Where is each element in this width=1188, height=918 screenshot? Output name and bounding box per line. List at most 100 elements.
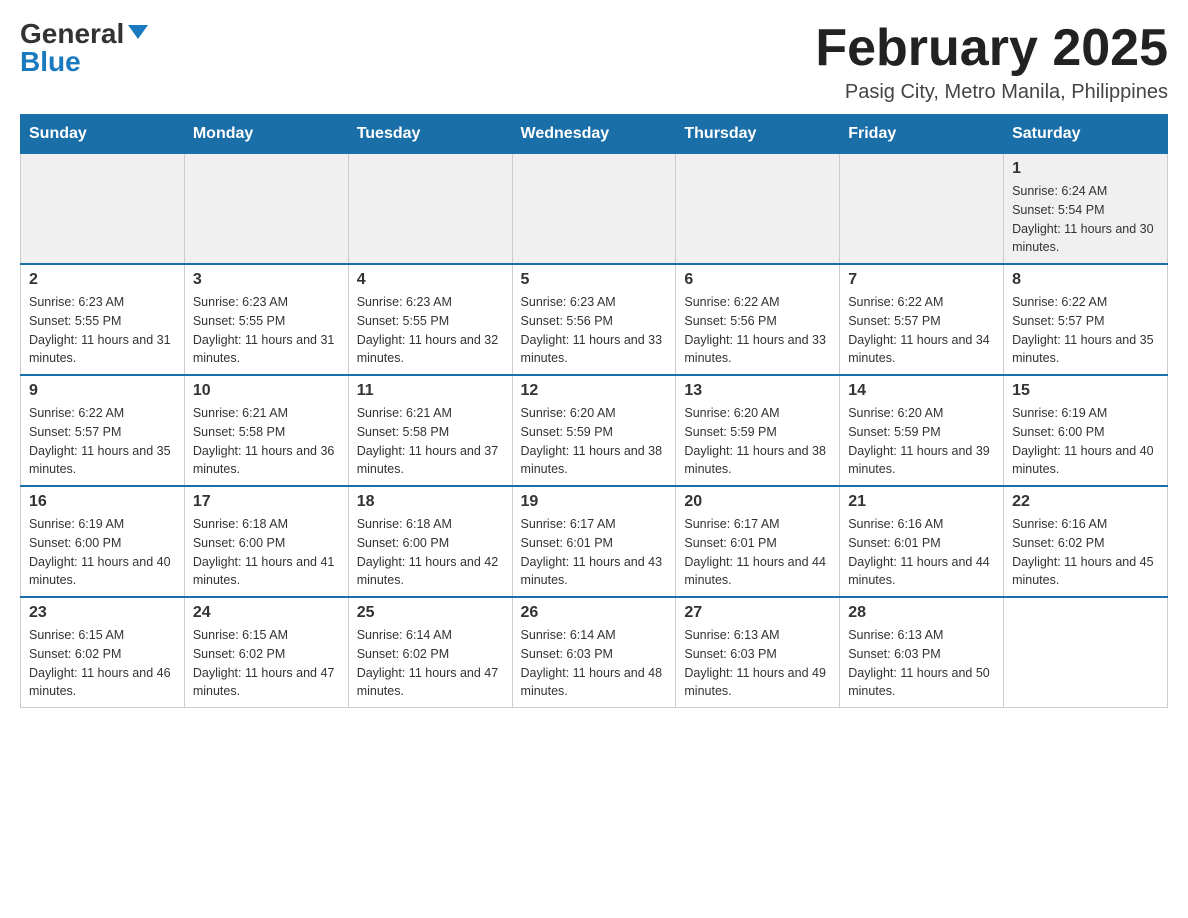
- day-info: Sunrise: 6:14 AMSunset: 6:03 PMDaylight:…: [521, 626, 668, 701]
- calendar-cell: 7 Sunrise: 6:22 AMSunset: 5:57 PMDaylight…: [840, 264, 1004, 375]
- calendar-cell: 23 Sunrise: 6:15 AMSunset: 6:02 PMDayligh…: [21, 597, 185, 708]
- title-area: February 2025 Pasig City, Metro Manila, …: [815, 20, 1168, 104]
- calendar-week-row: 16 Sunrise: 6:19 AMSunset: 6:00 PMDayligh…: [21, 486, 1168, 597]
- day-info: Sunrise: 6:23 AMSunset: 5:55 PMDaylight:…: [29, 293, 176, 368]
- day-number: 10: [193, 382, 340, 400]
- day-info: Sunrise: 6:16 AMSunset: 6:01 PMDaylight:…: [848, 515, 995, 590]
- logo-blue-text: Blue: [20, 48, 81, 76]
- day-info: Sunrise: 6:20 AMSunset: 5:59 PMDaylight:…: [848, 404, 995, 479]
- calendar-cell: 11 Sunrise: 6:21 AMSunset: 5:58 PMDayligh…: [348, 375, 512, 486]
- day-info: Sunrise: 6:23 AMSunset: 5:55 PMDaylight:…: [193, 293, 340, 368]
- day-info: Sunrise: 6:22 AMSunset: 5:57 PMDaylight:…: [848, 293, 995, 368]
- calendar-header-row: SundayMondayTuesdayWednesdayThursdayFrid…: [21, 115, 1168, 154]
- day-info: Sunrise: 6:15 AMSunset: 6:02 PMDaylight:…: [29, 626, 176, 701]
- calendar-header-wednesday: Wednesday: [512, 115, 676, 154]
- day-number: 28: [848, 604, 995, 622]
- day-number: 26: [521, 604, 668, 622]
- calendar-cell: 9Sunrise: 6:22 AMSunset: 5:57 PMDaylight…: [21, 375, 185, 486]
- calendar-cell: [512, 154, 676, 265]
- calendar-header-monday: Monday: [184, 115, 348, 154]
- day-info: Sunrise: 6:14 AMSunset: 6:02 PMDaylight:…: [357, 626, 504, 701]
- day-info: Sunrise: 6:16 AMSunset: 6:02 PMDaylight:…: [1012, 515, 1159, 590]
- day-info: Sunrise: 6:22 AMSunset: 5:56 PMDaylight:…: [684, 293, 831, 368]
- day-info: Sunrise: 6:17 AMSunset: 6:01 PMDaylight:…: [684, 515, 831, 590]
- day-number: 22: [1012, 493, 1159, 511]
- day-number: 7: [848, 271, 995, 289]
- day-info: Sunrise: 6:13 AMSunset: 6:03 PMDaylight:…: [848, 626, 995, 701]
- calendar-cell: 28 Sunrise: 6:13 AMSunset: 6:03 PMDayligh…: [840, 597, 1004, 708]
- calendar-cell: [21, 154, 185, 265]
- day-info: Sunrise: 6:23 AMSunset: 5:55 PMDaylight:…: [357, 293, 504, 368]
- logo: General Blue: [20, 20, 148, 76]
- day-number: 15: [1012, 382, 1159, 400]
- day-number: 14: [848, 382, 995, 400]
- calendar-cell: 25 Sunrise: 6:14 AMSunset: 6:02 PMDayligh…: [348, 597, 512, 708]
- month-title: February 2025: [815, 20, 1168, 77]
- day-number: 23: [29, 604, 176, 622]
- day-number: 19: [521, 493, 668, 511]
- day-info: Sunrise: 6:24 AMSunset: 5:54 PMDaylight:…: [1012, 182, 1159, 257]
- calendar-cell: 1 Sunrise: 6:24 AMSunset: 5:54 PMDaylight…: [1004, 154, 1168, 265]
- day-info: Sunrise: 6:20 AMSunset: 5:59 PMDaylight:…: [684, 404, 831, 479]
- day-info: Sunrise: 6:18 AMSunset: 6:00 PMDaylight:…: [193, 515, 340, 590]
- day-number: 25: [357, 604, 504, 622]
- calendar-header-sunday: Sunday: [21, 115, 185, 154]
- day-info: Sunrise: 6:21 AMSunset: 5:58 PMDaylight:…: [193, 404, 340, 479]
- calendar-cell: 12 Sunrise: 6:20 AMSunset: 5:59 PMDayligh…: [512, 375, 676, 486]
- day-info: Sunrise: 6:19 AMSunset: 6:00 PMDaylight:…: [29, 515, 176, 590]
- calendar-header-saturday: Saturday: [1004, 115, 1168, 154]
- calendar-cell: [184, 154, 348, 265]
- calendar-table: SundayMondayTuesdayWednesdayThursdayFrid…: [20, 114, 1168, 708]
- day-info: Sunrise: 6:17 AMSunset: 6:01 PMDaylight:…: [521, 515, 668, 590]
- day-number: 4: [357, 271, 504, 289]
- calendar-week-row: 23 Sunrise: 6:15 AMSunset: 6:02 PMDayligh…: [21, 597, 1168, 708]
- calendar-cell: 4 Sunrise: 6:23 AMSunset: 5:55 PMDaylight…: [348, 264, 512, 375]
- day-info: Sunrise: 6:21 AMSunset: 5:58 PMDaylight:…: [357, 404, 504, 479]
- calendar-header-thursday: Thursday: [676, 115, 840, 154]
- calendar-cell: 13 Sunrise: 6:20 AMSunset: 5:59 PMDayligh…: [676, 375, 840, 486]
- calendar-header-friday: Friday: [840, 115, 1004, 154]
- calendar-cell: 16 Sunrise: 6:19 AMSunset: 6:00 PMDayligh…: [21, 486, 185, 597]
- day-number: 3: [193, 271, 340, 289]
- day-info: Sunrise: 6:18 AMSunset: 6:00 PMDaylight:…: [357, 515, 504, 590]
- logo-general-text: General: [20, 20, 124, 48]
- calendar-cell: 17 Sunrise: 6:18 AMSunset: 6:00 PMDayligh…: [184, 486, 348, 597]
- day-number: 27: [684, 604, 831, 622]
- day-info: Sunrise: 6:23 AMSunset: 5:56 PMDaylight:…: [521, 293, 668, 368]
- calendar-week-row: 2 Sunrise: 6:23 AMSunset: 5:55 PMDaylight…: [21, 264, 1168, 375]
- calendar-cell: 15 Sunrise: 6:19 AMSunset: 6:00 PMDayligh…: [1004, 375, 1168, 486]
- day-number: 18: [357, 493, 504, 511]
- day-info: Sunrise: 6:20 AMSunset: 5:59 PMDaylight:…: [521, 404, 668, 479]
- calendar-cell: 2 Sunrise: 6:23 AMSunset: 5:55 PMDaylight…: [21, 264, 185, 375]
- page-header: General Blue February 2025 Pasig City, M…: [20, 20, 1168, 104]
- day-info: Sunrise: 6:22 AMSunset: 5:57 PMDaylight:…: [1012, 293, 1159, 368]
- day-number: 8: [1012, 271, 1159, 289]
- calendar-cell: 10 Sunrise: 6:21 AMSunset: 5:58 PMDayligh…: [184, 375, 348, 486]
- calendar-cell: 27Sunrise: 6:13 AMSunset: 6:03 PMDayligh…: [676, 597, 840, 708]
- calendar-cell: 19 Sunrise: 6:17 AMSunset: 6:01 PMDayligh…: [512, 486, 676, 597]
- calendar-cell: 8 Sunrise: 6:22 AMSunset: 5:57 PMDaylight…: [1004, 264, 1168, 375]
- day-info: Sunrise: 6:19 AMSunset: 6:00 PMDaylight:…: [1012, 404, 1159, 479]
- day-number: 12: [521, 382, 668, 400]
- day-number: 16: [29, 493, 176, 511]
- calendar-week-row: 9Sunrise: 6:22 AMSunset: 5:57 PMDaylight…: [21, 375, 1168, 486]
- calendar-cell: 20Sunrise: 6:17 AMSunset: 6:01 PMDayligh…: [676, 486, 840, 597]
- day-number: 24: [193, 604, 340, 622]
- day-number: 6: [684, 271, 831, 289]
- calendar-cell: 5Sunrise: 6:23 AMSunset: 5:56 PMDaylight…: [512, 264, 676, 375]
- calendar-cell: [676, 154, 840, 265]
- logo-arrow-icon: [128, 25, 148, 39]
- day-number: 13: [684, 382, 831, 400]
- day-info: Sunrise: 6:15 AMSunset: 6:02 PMDaylight:…: [193, 626, 340, 701]
- calendar-week-row: 1 Sunrise: 6:24 AMSunset: 5:54 PMDaylight…: [21, 154, 1168, 265]
- day-number: 11: [357, 382, 504, 400]
- calendar-cell: 22 Sunrise: 6:16 AMSunset: 6:02 PMDayligh…: [1004, 486, 1168, 597]
- calendar-cell: [840, 154, 1004, 265]
- calendar-cell: [348, 154, 512, 265]
- day-number: 21: [848, 493, 995, 511]
- day-number: 17: [193, 493, 340, 511]
- day-number: 2: [29, 271, 176, 289]
- calendar-cell: [1004, 597, 1168, 708]
- day-number: 1: [1012, 160, 1159, 178]
- day-number: 9: [29, 382, 176, 400]
